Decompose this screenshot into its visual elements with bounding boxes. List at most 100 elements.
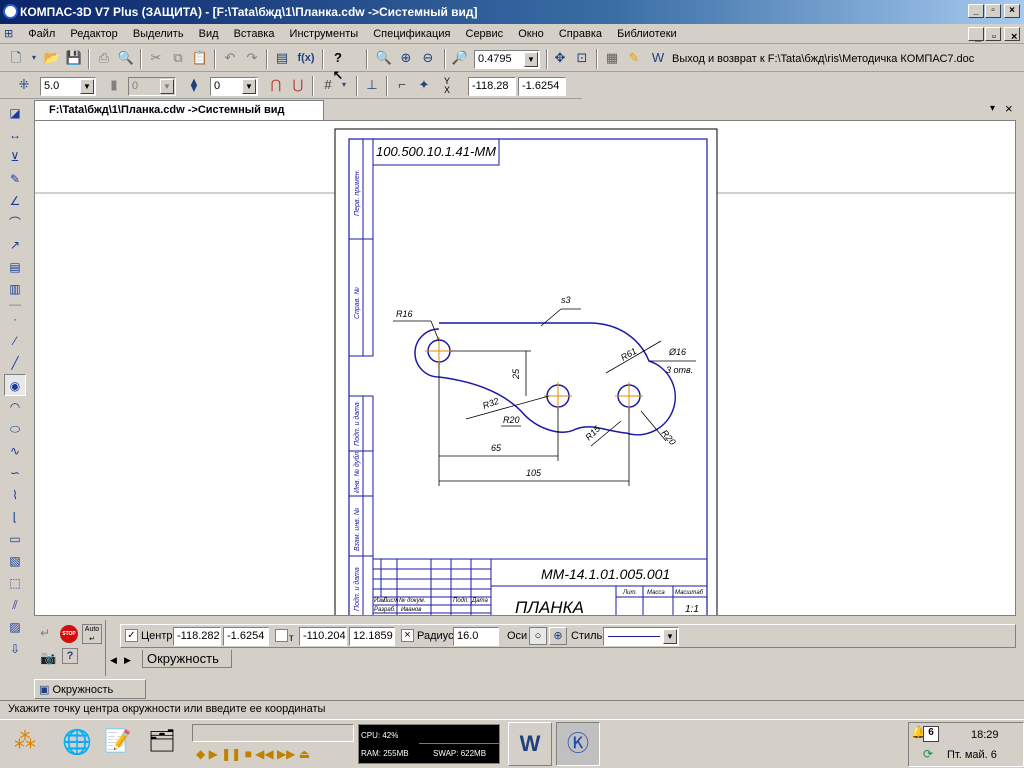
start-menu-icon[interactable]: ⁂ [14,728,36,754]
media-controls[interactable]: ◆ ▶ ❚❚ ■ ◀◀ ▶▶ ⏏ [196,747,310,761]
chevron-down-icon[interactable]: ▼ [242,79,256,94]
menu-file[interactable]: Файл [22,25,61,43]
tab-close-icon[interactable]: × [1005,101,1013,116]
bezier-icon[interactable]: ∽ [4,462,26,484]
menu-tools[interactable]: Инструменты [284,25,365,43]
open-icon[interactable]: 📂 [42,48,62,68]
return-to-document-link[interactable]: Выход и возврат к F:\Tata\бжд\ris\Методи… [672,53,974,65]
menu-editor[interactable]: Редактор [64,25,123,43]
geometry-panel-icon[interactable]: ◪ [4,102,26,124]
ortho-icon[interactable]: ⌐ [392,75,412,95]
zoom-window-icon[interactable]: 🔍 [374,48,394,68]
paste-icon[interactable]: 📋 [190,48,210,68]
polyline-icon[interactable]: ⌇ [4,484,26,506]
pan-icon[interactable]: ✥ [550,48,570,68]
zoom-out-icon[interactable]: ⊖ [418,48,438,68]
doc-menu-icon[interactable]: ⊞ [0,24,19,43]
document-tab[interactable]: F:\Tata\бжд\1\Планка.cdw ->Системный вид [34,100,324,120]
point-checkbox[interactable] [275,629,288,642]
axes-on-button[interactable]: ⊕ [549,627,567,645]
point-y-field[interactable]: 12.1859 [349,627,395,646]
word-task-button[interactable]: W [508,722,552,766]
fill-icon[interactable]: ▨ [4,616,26,638]
tab-circle[interactable]: Окружность [142,650,232,668]
magnet-options-icon[interactable]: ⋃ [288,75,308,95]
new-dropdown-icon[interactable]: ▾ [28,48,40,68]
spline-icon[interactable]: ∿ [4,440,26,462]
magnet-icon[interactable]: ⋂ [266,75,286,95]
tab-scroll-right-icon[interactable]: ▶ [124,655,131,666]
save-icon[interactable]: 💾 [64,48,84,68]
spec-icon[interactable]: ▤ [4,256,26,278]
word-link-icon[interactable]: W [648,48,668,68]
point-icon[interactable]: · [4,308,26,330]
line-style-combo[interactable]: ▼ [603,627,679,646]
edit-pencil-icon[interactable]: ✎ [624,48,644,68]
grid-dropdown-icon[interactable]: ▾ [338,75,350,95]
minimize-button[interactable]: _ [968,4,984,18]
zoom-in-icon[interactable]: ⊕ [396,48,416,68]
menu-specification[interactable]: Спецификация [367,25,456,43]
print-icon[interactable]: ⎙ [94,48,114,68]
measure-icon[interactable]: ⌒ [4,212,26,234]
browser-icon[interactable]: 🌐 [62,728,92,757]
menu-help[interactable]: Справка [553,25,608,43]
layer-icon[interactable]: ▮ [104,75,124,95]
hatch-icon[interactable]: ▧ [4,550,26,572]
ellipse-icon[interactable]: ⬭ [4,418,26,440]
auto-create-button[interactable]: Auto ↵ [82,624,102,644]
designations-icon[interactable]: ⊻ [4,146,26,168]
circle-tool-icon[interactable]: ◉ [4,374,26,396]
doc-minimize-button[interactable]: _ [968,27,984,43]
chevron-down-icon[interactable]: ▼ [663,629,677,644]
menu-view[interactable]: Вид [193,25,225,43]
kompas-app-icon[interactable] [3,4,18,19]
maximize-button[interactable]: ▫ [985,4,1001,18]
help-pointer-icon[interactable]: ?↖ [328,48,348,83]
coord-y-field[interactable]: -1.6254 [518,77,566,96]
close-button[interactable]: × [1004,4,1020,18]
cut-icon[interactable]: ✂ [146,48,166,68]
doc-restore-button[interactable]: ▫ [985,27,1001,43]
contour-icon[interactable]: ⬚ [4,572,26,594]
kompas-task-button[interactable]: Ⓚ [556,722,600,766]
tab-menu-icon[interactable]: ▾ [990,103,995,114]
function-icon[interactable]: f(x) [296,48,316,68]
menu-service[interactable]: Сервис [460,25,510,43]
chevron-down-icon[interactable]: ▼ [80,79,94,94]
grid-icon[interactable]: # [318,75,338,95]
center-checkbox[interactable]: ✓ [125,629,138,642]
center-y-field[interactable]: -1.6254 [223,627,269,646]
radius-checkbox[interactable]: × [401,629,414,642]
menu-window[interactable]: Окно [512,25,550,43]
manager-icon[interactable]: ▤ [272,48,292,68]
redo-icon[interactable]: ↷ [242,48,262,68]
sync-icon[interactable]: ⟳ [923,747,933,761]
arc-icon[interactable]: ◠ [4,396,26,418]
zoom-scale-icon[interactable]: 🔎 [450,48,470,68]
menu-select[interactable]: Выделить [127,25,190,43]
preview-icon[interactable]: 🔍 [116,48,136,68]
menu-libraries[interactable]: Библиотеки [611,25,683,43]
coord-x-field[interactable]: -118.28 [468,77,516,96]
step-combo[interactable]: 5.0 ▼ [40,77,96,96]
copy-icon[interactable]: ⧉ [168,48,188,68]
show-all-icon[interactable]: ⊡ [572,48,592,68]
equidistant-icon[interactable]: ⫽ [4,594,26,616]
stop-icon[interactable]: STOP [60,625,78,643]
axes-off-button[interactable]: ○ [529,627,547,645]
dimensions-icon[interactable]: ↔ [4,124,26,146]
snap-icon[interactable]: ⁜ [14,75,34,95]
edit-icon[interactable]: ✎ [4,168,26,190]
drawing-canvas[interactable]: Перв. примен. Справ. № Подп. и дата Инв.… [34,120,1016,616]
chevron-down-icon[interactable]: ▼ [524,52,538,67]
rectangle-icon[interactable]: ▭ [4,528,26,550]
help-icon[interactable]: ? [62,648,78,664]
segment-icon[interactable]: ╱ [4,352,26,374]
task-slot[interactable] [192,724,354,742]
undo-icon[interactable]: ↶ [220,48,240,68]
doc-close-button[interactable]: × [1004,27,1020,43]
calendar-badge[interactable]: 6 [923,726,939,742]
create-object-icon[interactable]: ↵ [40,626,50,640]
center-x-field[interactable]: -118.282 [173,627,221,646]
